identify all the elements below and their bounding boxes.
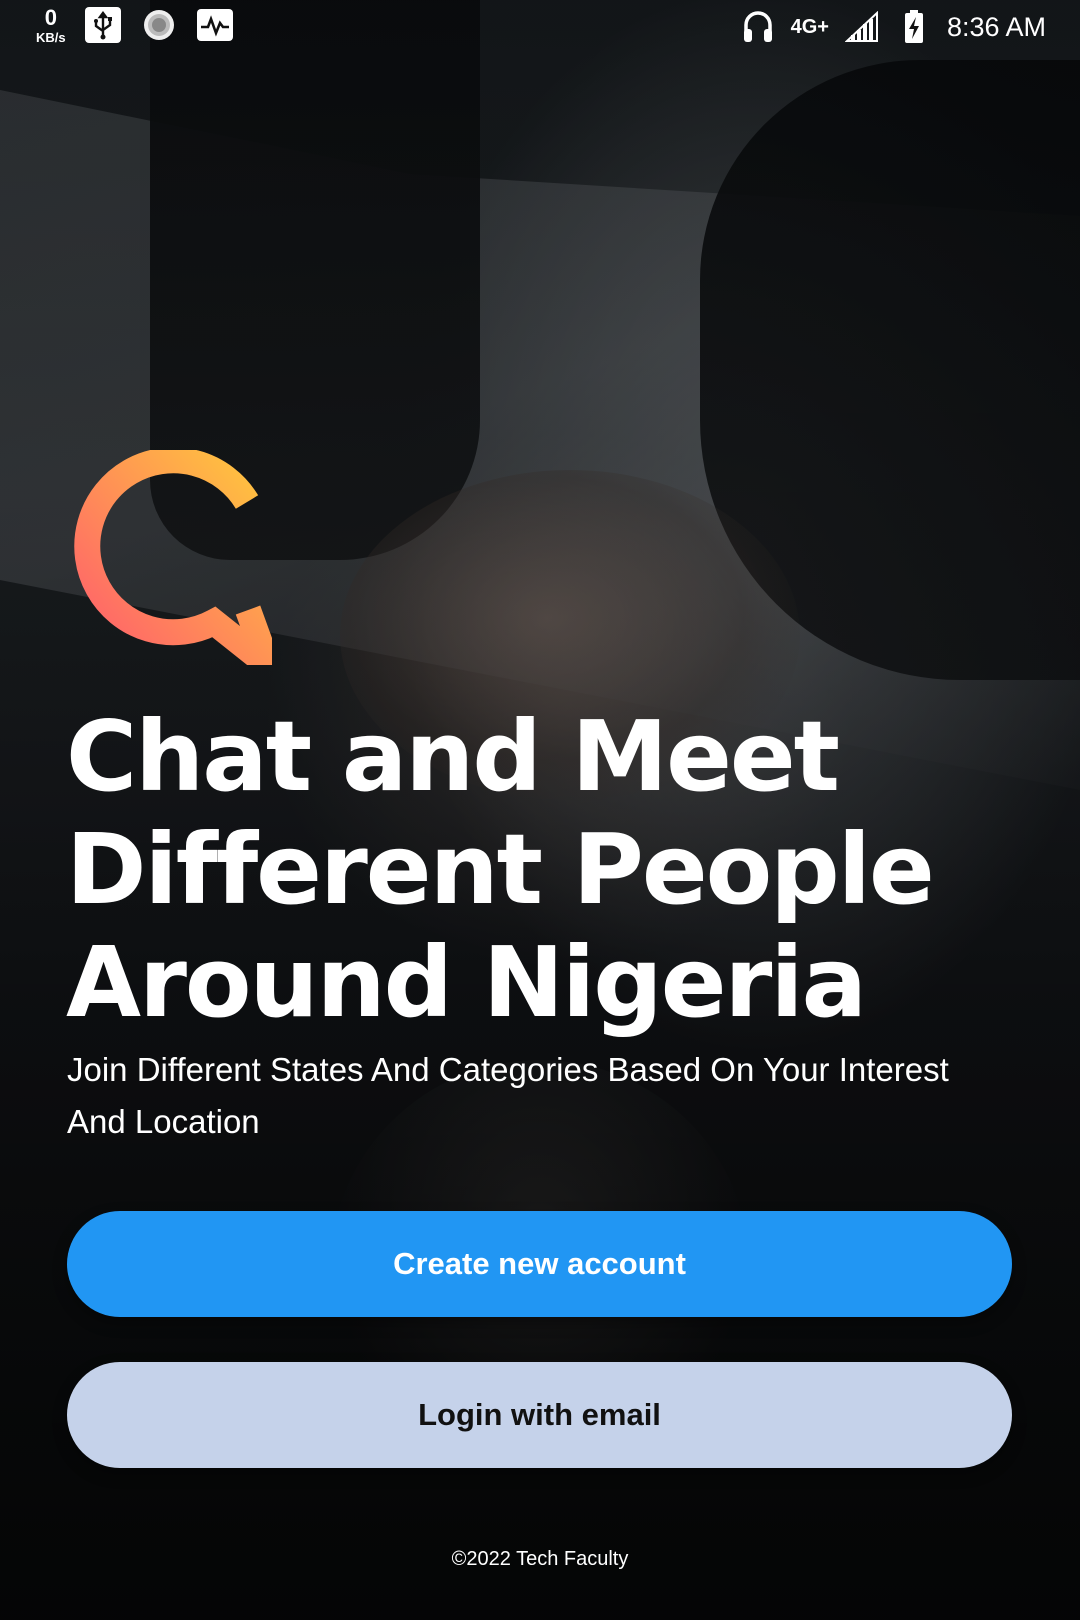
copyright-footer: ©2022 Tech Faculty [451,1548,629,1570]
network-type: 4G+ [790,16,829,38]
background-photo-arm-right [700,60,1080,680]
network-speed-unit: KB/s [36,29,66,45]
app-logo [62,447,296,704]
headline: Chat and Meet Different People Around Ni… [66,700,966,1039]
headline-line-1: Chat and Meet [66,700,840,813]
activity-icon [196,6,234,44]
signal-icon [843,8,881,46]
subtitle-line-1: Join Different States And Categories Bas… [67,1051,949,1088]
chat-bubble-logo [74,447,296,704]
headline-line-2: Different People [66,813,935,926]
status-bar: 0 KB/s 4G+ 8:36 AM [0,0,1080,56]
usb-icon [84,6,122,44]
headline-line-3: Around Nigeria [66,926,867,1039]
loading-icon [140,6,178,44]
battery-charging-icon [895,8,933,46]
welcome-screen: 0 KB/s 4G+ 8:36 AM Chat and Meet Differe… [0,0,1080,1620]
background-photo-table [0,90,1080,790]
status-bar-left: 0 KB/s [36,6,234,44]
subtitle: Join Different States And Categories Bas… [67,1044,997,1148]
network-speed-value: 0 [44,4,57,30]
subtitle-line-2: And Location [67,1103,260,1140]
create-account-button[interactable]: Create new account [67,1211,1012,1317]
clock: 8:36 AM [946,11,1046,42]
network-speed: 0 KB/s [36,4,66,45]
headphones-icon [739,8,777,46]
status-bar-right: 4G+ 8:36 AM [739,8,1046,46]
login-email-button[interactable]: Login with email [67,1362,1012,1468]
